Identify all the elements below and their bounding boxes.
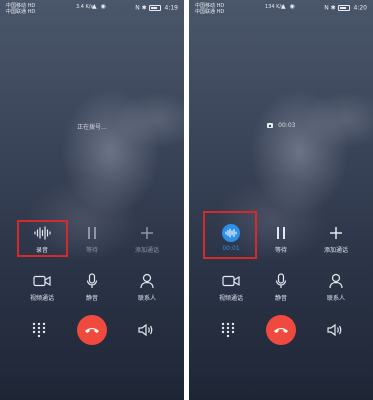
bottom-bar <box>189 315 373 345</box>
carrier-info: 中国移动 HD 中国联通 HD <box>195 3 225 15</box>
microphone-icon <box>62 272 122 290</box>
call-status-text: 正在拨号... <box>77 124 107 131</box>
speaker-icon[interactable] <box>138 322 154 341</box>
mute-button[interactable]: 静音 <box>251 272 311 302</box>
bottom-bar <box>0 315 184 345</box>
hold-button[interactable]: 等待 <box>62 224 122 254</box>
hold-button[interactable]: 等待 <box>251 224 311 254</box>
signal-wifi-icon: ▲ ◉ <box>281 3 296 10</box>
nfc-icon: N ✱ <box>135 4 149 12</box>
battery-icon <box>337 5 350 11</box>
call-status: 正在拨号... <box>0 122 184 131</box>
contacts-button[interactable]: 联系人 <box>306 272 366 302</box>
call-duration: 00:03 <box>278 122 296 129</box>
plus-icon <box>306 224 366 242</box>
hd-call-icon: ▪ <box>266 123 274 128</box>
pause-icon <box>62 224 122 242</box>
contacts-label: 联系人 <box>137 295 156 302</box>
carrier-bottom: 中国联通 HD <box>6 8 36 15</box>
phone-hangup-icon <box>85 328 99 333</box>
call-status: ▪ 00:03 <box>189 122 373 129</box>
hangup-button[interactable] <box>266 315 296 345</box>
signal-wifi-icon: ▲ ◉ <box>92 3 107 10</box>
carrier-info: 中国移动 HD 中国联通 HD <box>6 3 36 15</box>
dialpad-icon[interactable] <box>221 322 235 342</box>
pause-icon <box>251 224 311 242</box>
mute-label: 静音 <box>274 295 287 302</box>
plus-icon <box>117 224 177 242</box>
call-screen-dialing: 中国移动 HD 中国联通 HD 3.4 K/s ▲ ◉ N ✱ 4:19 正在拨… <box>0 0 184 400</box>
mute-label: 静音 <box>85 295 98 302</box>
net-speed: 3.4 K/s <box>76 4 94 10</box>
phone-hangup-icon <box>274 328 288 333</box>
hangup-button[interactable] <box>77 315 107 345</box>
status-time: 4:20 <box>353 4 367 12</box>
add-call-button[interactable]: 添加通话 <box>117 224 177 254</box>
hold-label: 等待 <box>85 247 98 254</box>
person-icon <box>306 272 366 290</box>
status-time: 4:19 <box>164 4 178 12</box>
nfc-icon: N ✱ <box>324 4 338 12</box>
waveform-icon <box>222 224 240 242</box>
status-right: N ✱ 4:20 <box>324 5 367 12</box>
status-right: N ✱ 4:19 <box>135 5 178 12</box>
add-call-label: 添加通话 <box>323 247 348 254</box>
status-bar: 中国移动 HD 中国联通 HD 3.4 K/s ▲ ◉ N ✱ 4:19 <box>0 0 184 18</box>
mute-button[interactable]: 静音 <box>62 272 122 302</box>
contacts-button[interactable]: 联系人 <box>117 272 177 302</box>
battery-icon <box>148 5 161 11</box>
microphone-icon <box>251 272 311 290</box>
dialpad-icon[interactable] <box>32 322 46 342</box>
speaker-icon[interactable] <box>327 322 343 341</box>
call-screen-recording: 中国移动 HD 中国联通 HD 134 K/s ▲ ◉ N ✱ 4:20 ▪ 0… <box>189 0 373 400</box>
person-icon <box>117 272 177 290</box>
hold-label: 等待 <box>274 247 287 254</box>
add-call-button[interactable]: 添加通话 <box>306 224 366 254</box>
status-bar: 中国移动 HD 中国联通 HD 134 K/s ▲ ◉ N ✱ 4:20 <box>189 0 373 18</box>
contacts-label: 联系人 <box>326 295 345 302</box>
carrier-bottom: 中国联通 HD <box>195 8 225 15</box>
add-call-label: 添加通话 <box>134 247 159 254</box>
